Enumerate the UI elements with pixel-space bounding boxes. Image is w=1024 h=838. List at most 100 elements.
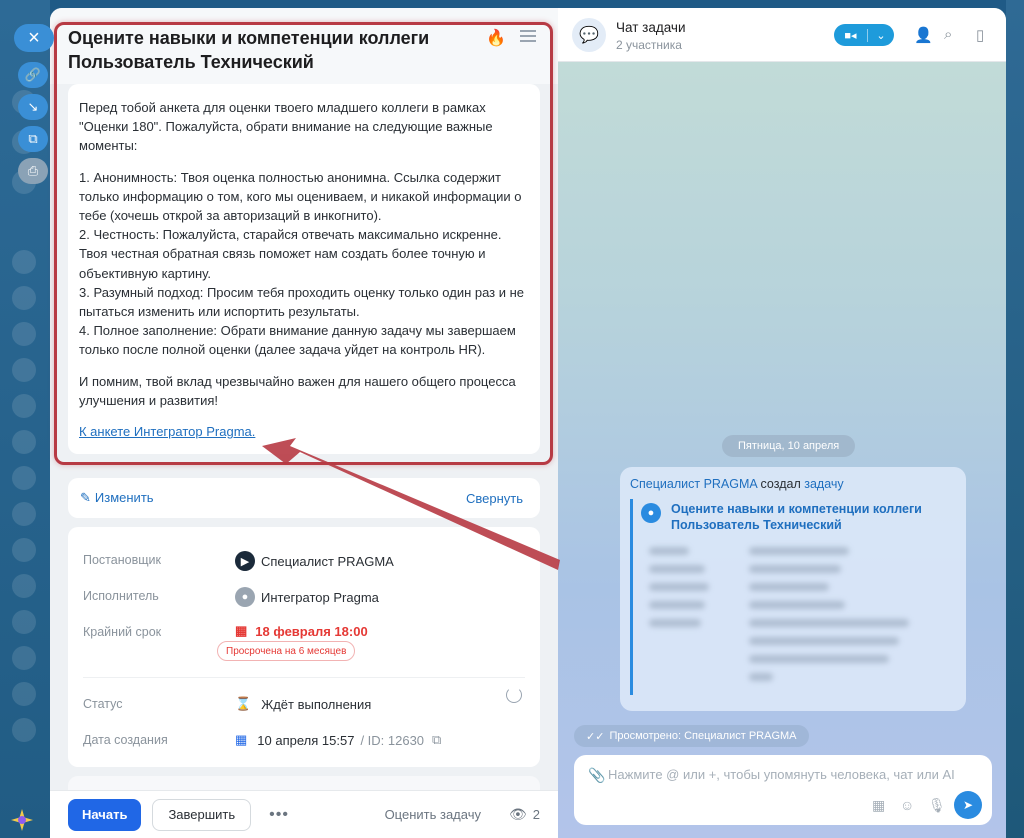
video-call-button[interactable]: ■◂ ⌄ xyxy=(834,24,894,46)
created-date: 10 апреля 15:57 xyxy=(257,732,355,748)
task-description: Перед тобой анкета для оценки твоего мла… xyxy=(68,84,540,454)
created-label: Дата создания xyxy=(83,733,168,747)
download-icon: ↘ xyxy=(27,99,39,114)
sidebar-stub xyxy=(12,646,36,670)
background-strip xyxy=(1006,0,1024,838)
open-new-window-button[interactable]: ⧉ xyxy=(18,126,48,152)
calendar-icon: ▦ xyxy=(235,623,248,638)
overdue-badge: Просрочена на 6 месяцев xyxy=(217,641,356,661)
blurred-text xyxy=(649,601,705,609)
sidebar-stub xyxy=(12,394,36,418)
creator-value[interactable]: ▶ Специалист PRAGMA xyxy=(235,551,394,571)
send-button[interactable]: ➤ xyxy=(954,791,982,819)
description-points: 1. Анонимность: Твоя оценка полностью ан… xyxy=(79,168,529,360)
viewed-status: ✓✓ Просмотрено: Специалист PRAGMA xyxy=(574,725,809,747)
description-point: 4. Полное заполнение: Обрати внимание да… xyxy=(79,323,516,358)
message-composer[interactable]: 📎 Нажмите @ или +, чтобы упомянуть челов… xyxy=(574,755,992,825)
sidebar-stub xyxy=(12,286,36,310)
emoji-icon[interactable]: ☺ xyxy=(900,797,914,813)
deadline-value[interactable]: ▦ 18 февраля 18:00 xyxy=(235,623,368,639)
task-quote[interactable]: ● Оцените навыки и компетенции коллеги П… xyxy=(630,499,956,695)
app-logo-icon xyxy=(11,809,33,831)
open-icon: ⧉ xyxy=(28,131,38,146)
edit-button[interactable]: ✎ Изменить xyxy=(80,490,154,506)
sidebar-stub xyxy=(12,466,36,490)
refresh-icon[interactable] xyxy=(506,687,522,703)
task-footer: Начать Завершить ••• Оценить задачу 👁 2 xyxy=(50,790,558,838)
sidebar-stub xyxy=(12,574,36,598)
description-actions: ✎ Изменить Свернуть xyxy=(68,478,540,518)
status-text: Ждёт выполнения xyxy=(261,696,372,712)
close-slider-button[interactable]: × xyxy=(14,24,54,52)
task-header: Оцените навыки и компетенции коллеги Пол… xyxy=(50,8,558,84)
assignee-label: Исполнитель xyxy=(83,589,159,603)
menu-icon[interactable] xyxy=(520,30,536,42)
description-point: 3. Разумный подход: Просим тебя проходит… xyxy=(79,284,525,320)
assignee-name: Интегратор Pragma xyxy=(261,589,379,605)
quoted-task-title: Оцените навыки и компетенции коллеги Пол… xyxy=(671,502,922,532)
hourglass-icon: ⌛ xyxy=(235,696,252,711)
apps-icon[interactable]: ▦ xyxy=(872,797,885,814)
calendar-icon: ▦ xyxy=(235,732,248,747)
sidebar-stub xyxy=(12,250,36,274)
fire-icon[interactable]: 🔥 xyxy=(486,28,506,48)
creator-label: Постановщик xyxy=(83,553,161,567)
message-input[interactable]: Нажмите @ или +, чтобы упомянуть человек… xyxy=(608,767,955,782)
author-link[interactable]: Специалист PRAGMA xyxy=(630,477,757,491)
sidebar-stub xyxy=(12,322,36,346)
sidebar-stub xyxy=(12,430,36,454)
microphone-icon[interactable]: 🎙 xyxy=(928,797,946,814)
blurred-text xyxy=(749,655,889,663)
panel-icon[interactable]: ▯ xyxy=(976,26,984,44)
double-check-icon: ✓✓ xyxy=(586,730,605,743)
description-point: 2. Честность: Пожалуйста, старайся отвеч… xyxy=(79,227,502,281)
created-value: ▦ 10 апреля 15:57 / ID: 12630 ⧉ xyxy=(235,732,441,748)
sidebar-stub xyxy=(12,358,36,382)
copy-link-button[interactable]: 🔗 xyxy=(18,62,48,88)
deadline-text: 18 февраля 18:00 xyxy=(255,623,368,639)
rate-task-button[interactable]: Оценить задачу xyxy=(385,807,481,822)
finish-button[interactable]: Завершить xyxy=(152,798,252,831)
blurred-text xyxy=(649,583,709,591)
message-action: создал xyxy=(760,477,801,491)
chat-participants[interactable]: 2 участника xyxy=(616,38,682,52)
watchers-count: 2 xyxy=(532,807,540,822)
collapse-button[interactable]: Свернуть xyxy=(466,491,523,506)
chevron-down-icon[interactable]: ⌄ xyxy=(868,29,894,42)
blurred-text xyxy=(649,547,689,555)
attach-icon[interactable]: 📎 xyxy=(588,767,605,784)
description-intro: Перед тобой анкета для оценки твоего мла… xyxy=(79,100,493,154)
viewed-text: Просмотрено: Специалист PRAGMA xyxy=(609,730,797,742)
add-user-icon[interactable]: 👤 xyxy=(914,26,933,44)
questionnaire-link[interactable]: К анкете Интегратор Pragma. xyxy=(79,424,255,439)
user-icon: ● xyxy=(641,503,661,523)
video-icon: ■◂ xyxy=(834,28,868,42)
creator-name: Специалист PRAGMA xyxy=(261,553,394,569)
eye-icon: 👁 xyxy=(508,806,527,822)
link-icon: 🔗 xyxy=(24,67,42,82)
search-icon[interactable]: ⌕ xyxy=(944,26,952,43)
close-icon: × xyxy=(28,26,40,49)
print-icon: ⎙ xyxy=(27,163,39,178)
chat-header: 💬 Чат задачи 2 участника ■◂ ⌄ 👤 ⌕ ▯ xyxy=(558,8,1006,62)
assignee-value[interactable]: ● Интегратор Pragma xyxy=(235,587,379,607)
deadline-label: Крайний срок xyxy=(83,625,162,639)
more-options-icon[interactable]: ••• xyxy=(269,806,289,824)
minimize-button[interactable]: ↘ xyxy=(18,94,48,120)
date-separator: Пятница, 10 апреля xyxy=(722,435,856,457)
task-link[interactable]: задачу xyxy=(804,477,843,491)
start-button[interactable]: Начать xyxy=(68,798,142,831)
watchers-counter[interactable]: 👁 2 xyxy=(509,806,540,823)
task-title: Оцените навыки и компетенции коллеги Пол… xyxy=(68,28,430,72)
copy-icon[interactable]: ⧉ xyxy=(432,732,441,748)
print-button[interactable]: ⎙ xyxy=(18,158,48,184)
blurred-text xyxy=(749,583,829,591)
sidebar-stub xyxy=(12,718,36,742)
blurred-text xyxy=(749,673,773,681)
description-point: 1. Анонимность: Твоя оценка полностью ан… xyxy=(79,169,522,224)
blurred-text xyxy=(749,565,841,573)
sidebar-stub xyxy=(12,502,36,526)
system-message: Специалист PRAGMA создал задачу ● Оценит… xyxy=(620,467,966,711)
blurred-text xyxy=(749,547,849,555)
sidebar-stub xyxy=(12,538,36,562)
